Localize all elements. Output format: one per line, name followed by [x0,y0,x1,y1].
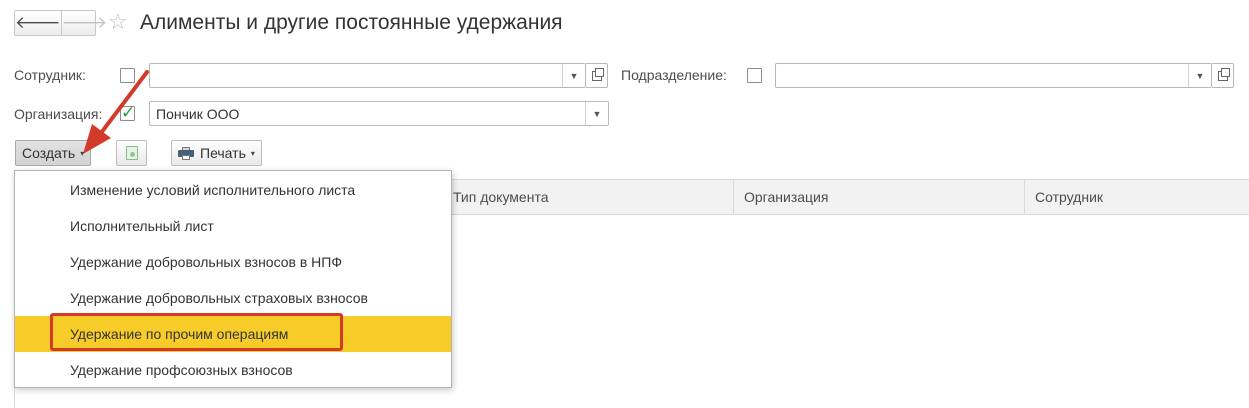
pointer-arrow-icon [83,70,149,154]
